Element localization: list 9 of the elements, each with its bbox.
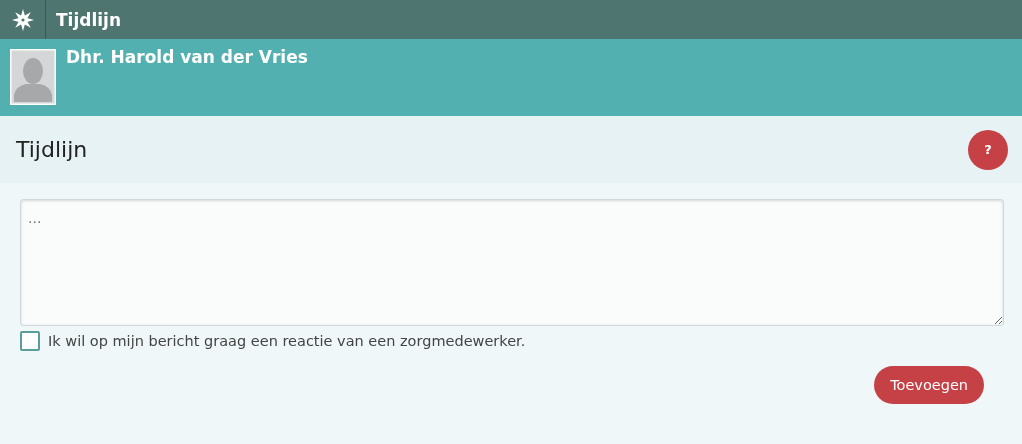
message-field[interactable]: ...	[20, 199, 1004, 326]
app-title: Tijdlijn	[56, 9, 121, 30]
add-button[interactable]: Toevoegen	[874, 366, 984, 404]
help-button[interactable]: ?	[968, 129, 1008, 170]
profile-name: Dhr. Harold van der Vries	[66, 47, 308, 67]
checkbox[interactable]	[20, 331, 40, 351]
avatar-icon	[10, 49, 56, 105]
checkbox-label: Ik wil op mijn bericht graag een reactie van een zorgmedewerker.	[48, 333, 526, 349]
page-title: Tijdlijn	[16, 137, 88, 162]
